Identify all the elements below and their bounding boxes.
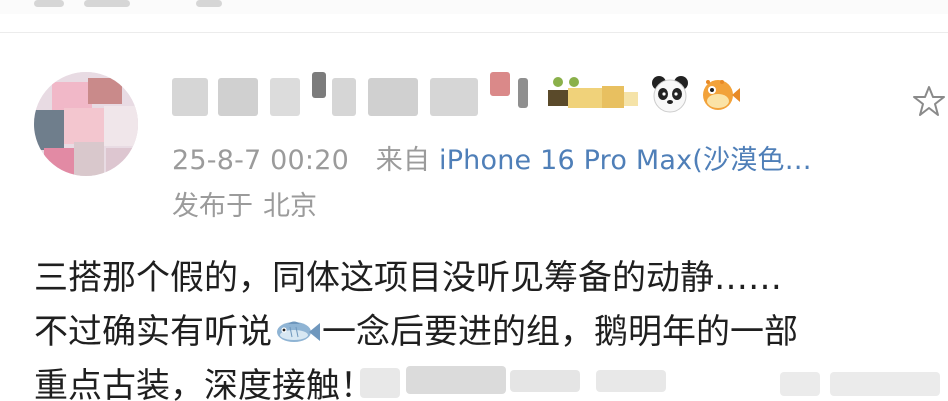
member-badge-icon (548, 77, 638, 108)
fish-emoji-icon (277, 321, 320, 342)
device-source-link[interactable]: iPhone 16 Pro Max(沙漠色… (439, 145, 812, 176)
pufferfish-emoji-icon (703, 80, 740, 110)
post-meta: 25-8-7 00:20 来自 iPhone 16 Pro Max(沙漠色… (172, 138, 812, 177)
post-text-segment: 一念后要进的组，鹅明年的一部 (322, 312, 798, 352)
post-timestamp: 25-8-7 00:20 (172, 145, 349, 176)
watermark-blurred (360, 362, 948, 401)
post-body-line: 三搭那个假的，同体这项目没听见筹备的动静…… (34, 258, 782, 298)
divider (0, 32, 948, 33)
panda-emoji-icon (652, 76, 688, 113)
username-row[interactable] (172, 72, 772, 120)
post-location: 发布于 北京 (172, 184, 317, 223)
source-label: 来自 (375, 145, 431, 176)
star-outline-icon[interactable] (912, 84, 946, 118)
cropped-element (196, 0, 222, 7)
location-city: 北京 (263, 191, 317, 222)
location-label: 发布于 (172, 191, 253, 222)
cropped-element (34, 0, 64, 7)
top-cropped-strip (0, 0, 948, 14)
post-text-segment: 不过确实有听说 (34, 312, 272, 352)
post-body-line: 不过确实有听说 一念后要进的组，鹅明年的一部 (34, 304, 798, 353)
cropped-element (84, 0, 130, 7)
avatar[interactable] (34, 72, 138, 176)
post-body-line: 重点古装，深度接触！ (34, 366, 374, 401)
